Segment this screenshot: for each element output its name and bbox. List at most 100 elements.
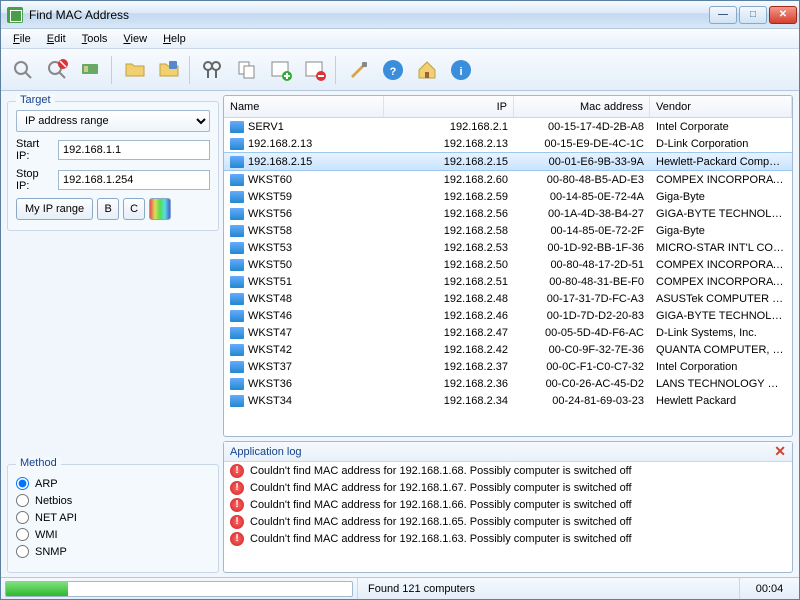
cell-mac: 00-0C-F1-C0-C7-32 — [514, 361, 650, 373]
error-icon: ! — [230, 464, 244, 478]
settings-button[interactable] — [343, 54, 375, 86]
col-name[interactable]: Name — [224, 96, 384, 117]
svg-text:?: ? — [390, 66, 397, 78]
cell-name: WKST58 — [224, 225, 384, 237]
table-body[interactable]: SERV1192.168.2.100-15-17-4D-2B-A8 Intel C… — [224, 118, 792, 436]
home-button[interactable] — [411, 54, 443, 86]
log-close-icon[interactable]: ✕ — [774, 443, 786, 460]
cell-vendor: COMPEX INCORPORATED — [650, 174, 792, 186]
table-row[interactable]: SERV1192.168.2.100-15-17-4D-2B-A8Intel C… — [224, 118, 792, 135]
col-vendor[interactable]: Vendor — [650, 96, 792, 117]
method-option-snmp[interactable]: SNMP — [16, 545, 210, 558]
cell-vendor: Giga-Byte — [650, 191, 792, 203]
menu-edit[interactable]: Edit — [39, 31, 74, 47]
cell-ip: 192.168.2.48 — [384, 293, 514, 305]
computer-icon — [230, 327, 244, 339]
start-ip-input[interactable] — [58, 140, 210, 160]
class-b-button[interactable]: B — [97, 198, 119, 220]
cell-vendor: Intel Corporation — [650, 361, 792, 373]
table-row[interactable]: WKST59192.168.2.5900-14-85-0E-72-4AGiga-… — [224, 188, 792, 205]
help-button[interactable]: ? — [377, 54, 409, 86]
method-group: Method ARPNetbiosNET APIWMISNMP — [7, 464, 219, 573]
table-row[interactable]: WKST37192.168.2.3700-0C-F1-C0-C7-32Intel… — [224, 358, 792, 375]
table-row[interactable]: WKST42192.168.2.4200-C0-9F-32-7E-36QUANT… — [224, 341, 792, 358]
method-radio[interactable] — [16, 477, 29, 490]
scan-button[interactable] — [7, 54, 39, 86]
log-body[interactable]: !Couldn't find MAC address for 192.168.1… — [224, 462, 792, 572]
open-button[interactable] — [119, 54, 151, 86]
find-button[interactable] — [197, 54, 229, 86]
method-radio[interactable] — [16, 494, 29, 507]
table-row[interactable]: WKST46192.168.2.4600-1D-7D-D2-20-83GIGA-… — [224, 307, 792, 324]
cell-ip: 192.168.2.37 — [384, 361, 514, 373]
col-mac[interactable]: Mac address — [514, 96, 650, 117]
table-row[interactable]: WKST53192.168.2.5300-1D-92-BB-1F-36MICRO… — [224, 239, 792, 256]
table-row[interactable]: WKST34192.168.2.3400-24-81-69-03-23Hewle… — [224, 392, 792, 409]
menu-tools[interactable]: Tools — [74, 31, 116, 47]
target-mode-select[interactable]: IP address range — [16, 110, 210, 132]
menu-help[interactable]: Help — [155, 31, 194, 47]
save-button[interactable] — [153, 54, 185, 86]
stop-scan-button[interactable] — [41, 54, 73, 86]
cell-mac: 00-C0-9F-32-7E-36 — [514, 344, 650, 356]
computer-icon — [230, 138, 244, 150]
computer-icon — [230, 361, 244, 373]
method-radio[interactable] — [16, 528, 29, 541]
method-option-netbios[interactable]: Netbios — [16, 494, 210, 507]
menu-view[interactable]: View — [115, 31, 155, 47]
close-button[interactable]: ✕ — [769, 6, 797, 24]
method-option-net-api[interactable]: NET API — [16, 511, 210, 524]
menubar: File Edit Tools View Help — [1, 29, 799, 49]
copy-button[interactable] — [231, 54, 263, 86]
table-row[interactable]: WKST51192.168.2.5100-80-48-31-BE-F0COMPE… — [224, 273, 792, 290]
method-label: Netbios — [35, 495, 72, 507]
cell-vendor: Giga-Byte — [650, 225, 792, 237]
remove-row-button[interactable] — [299, 54, 331, 86]
cell-name: SERV1 — [224, 121, 384, 133]
log-entry: !Couldn't find MAC address for 192.168.1… — [224, 496, 792, 513]
minimize-button[interactable]: — — [709, 6, 737, 24]
menu-file[interactable]: File — [5, 31, 39, 47]
cell-name: WKST46 — [224, 310, 384, 322]
cell-mac: 00-14-85-0E-72-2F — [514, 225, 650, 237]
stop-ip-input[interactable] — [58, 170, 210, 190]
my-ip-range-button[interactable]: My IP range — [16, 198, 93, 220]
cell-name: WKST47 — [224, 327, 384, 339]
table-row[interactable]: WKST48192.168.2.4800-17-31-7D-FC-A3ASUST… — [224, 290, 792, 307]
cell-ip: 192.168.2.60 — [384, 174, 514, 186]
titlebar[interactable]: Find MAC Address — □ ✕ — [1, 1, 799, 29]
cell-ip: 192.168.2.51 — [384, 276, 514, 288]
table-row[interactable]: WKST56192.168.2.5600-1A-4D-38-B4-27GIGA-… — [224, 205, 792, 222]
cell-ip: 192.168.2.1 — [384, 121, 514, 133]
stop-ip-label: Stop IP: — [16, 168, 52, 192]
add-row-button[interactable] — [265, 54, 297, 86]
cell-mac: 00-80-48-31-BE-F0 — [514, 276, 650, 288]
class-c-button[interactable]: C — [123, 198, 145, 220]
method-radio[interactable] — [16, 511, 29, 524]
col-ip[interactable]: IP — [384, 96, 514, 117]
computer-icon — [230, 225, 244, 237]
method-radio[interactable] — [16, 545, 29, 558]
method-option-wmi[interactable]: WMI — [16, 528, 210, 541]
table-row[interactable]: 192.168.2.13192.168.2.1300-15-E9-DE-4C-1… — [224, 135, 792, 152]
maximize-button[interactable]: □ — [739, 6, 767, 24]
table-row[interactable]: WKST58192.168.2.5800-14-85-0E-72-2FGiga-… — [224, 222, 792, 239]
table-header: Name IP Mac address Vendor — [224, 96, 792, 118]
computer-icon — [230, 259, 244, 271]
table-row[interactable]: WKST50192.168.2.5000-80-48-17-2D-51COMPE… — [224, 256, 792, 273]
cell-vendor: COMPEX INCORPORATED — [650, 276, 792, 288]
cell-mac: 00-15-17-4D-2B-A8 — [514, 121, 650, 133]
method-option-arp[interactable]: ARP — [16, 477, 210, 490]
computer-icon — [230, 191, 244, 203]
computer-icon — [230, 276, 244, 288]
table-row[interactable]: WKST47192.168.2.4700-05-5D-4D-F6-ACD-Lin… — [224, 324, 792, 341]
table-row[interactable]: WKST36192.168.2.3600-C0-26-AC-45-D2LANS … — [224, 375, 792, 392]
cell-ip: 192.168.2.58 — [384, 225, 514, 237]
table-row[interactable]: WKST60192.168.2.6000-80-48-B5-AD-E3COMPE… — [224, 171, 792, 188]
table-row[interactable]: 192.168.2.15192.168.2.1500-01-E6-9B-33-9… — [224, 152, 792, 171]
color-button[interactable] — [149, 198, 171, 220]
nic-button[interactable] — [75, 54, 107, 86]
cell-vendor: COMPEX INCORPORATED — [650, 259, 792, 271]
about-button[interactable]: i — [445, 54, 477, 86]
start-ip-label: Start IP: — [16, 138, 52, 162]
